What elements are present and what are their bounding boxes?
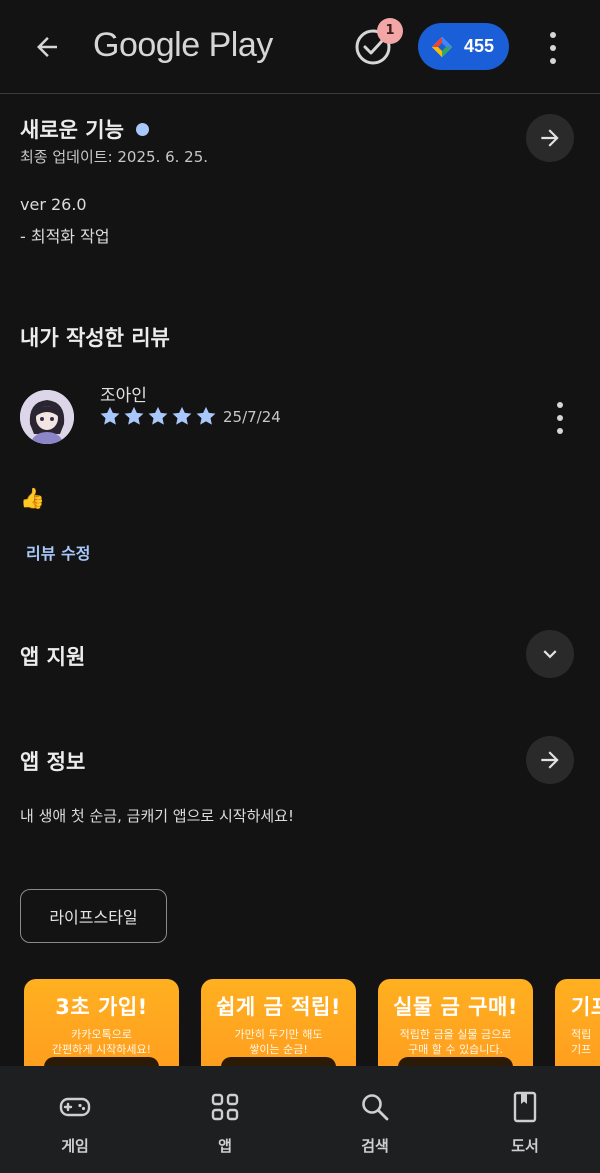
avatar (20, 390, 74, 444)
more-vert-dot (550, 44, 556, 51)
apps-grid-icon (211, 1093, 239, 1121)
screenshot-title: 실물 금 구매! (393, 995, 518, 1019)
top-app-bar: Google Play 1 455 (0, 0, 600, 94)
nav-search-label: 검색 (361, 1137, 389, 1155)
arrow-forward-icon (541, 129, 559, 147)
screenshot-line: 적립 (571, 1028, 592, 1041)
arrow-forward-icon (541, 751, 559, 769)
more-vert-icon (550, 31, 556, 38)
screenshot-title: 3초 가입! (55, 995, 148, 1019)
google-play-logo[interactable]: Google Play (93, 26, 273, 65)
my-review-title: 내가 작성한 리뷰 (20, 326, 170, 350)
notification-badge: 1 (377, 18, 403, 44)
rating-stars (99, 405, 217, 427)
review-more-button[interactable] (545, 399, 575, 437)
category-chip[interactable]: 라이프스타일 (20, 889, 167, 943)
points-value: 455 (464, 36, 495, 56)
app-info-arrow-button[interactable] (526, 736, 574, 784)
screenshot-carousel[interactable]: 3초 가입! 카카오톡으로 간편하게 시작하세요! 쉽게 금 적립! 가만히 두… (24, 979, 600, 1069)
screenshot-card[interactable]: 기프 적립 기프 (555, 979, 600, 1069)
last-updated: 최종 업데이트: 2025. 6. 25. (20, 148, 209, 166)
bottom-navigation: 게임 앱 검색 도서 (0, 1066, 600, 1173)
app-info-title: 앱 정보 (20, 750, 86, 774)
reviewer-name: 조아인 (100, 386, 147, 406)
nav-apps[interactable]: 앱 (175, 1066, 275, 1173)
whats-new-label: 새로운 기능 (20, 118, 124, 142)
edit-review-link[interactable]: 리뷰 수정 (26, 540, 90, 564)
more-vert-icon (557, 402, 563, 409)
screenshot-line: 카카오톡으로 (71, 1028, 132, 1041)
screenshot-line: 가만히 두기만 해도 (234, 1028, 323, 1041)
screenshot-card[interactable]: 쉽게 금 적립! 가만히 두기만 해도 쌓이는 순금! (201, 979, 356, 1069)
screenshot-title: 쉽게 금 적립! (216, 995, 341, 1019)
new-indicator-dot (135, 122, 149, 136)
review-content: 👍 (20, 486, 45, 510)
app-support-title: 앱 지원 (20, 645, 86, 669)
bookmark-book-icon (513, 1091, 537, 1123)
gamepad-icon (59, 1097, 91, 1117)
app-description: 내 생애 첫 순금, 금캐기 앱으로 시작하세요! (20, 807, 294, 825)
chevron-down-icon (543, 650, 557, 659)
star-icon (124, 406, 144, 425)
nav-search[interactable]: 검색 (325, 1066, 425, 1173)
more-options-button[interactable] (538, 28, 568, 68)
star-icon (196, 406, 216, 425)
screenshot-card[interactable]: 실물 금 구매! 적립한 금을 실물 금으로 구매 할 수 있습니다. (378, 979, 533, 1069)
more-vert-dot (550, 58, 556, 65)
screenshot-title: 기프 (571, 995, 600, 1019)
star-icon (148, 406, 168, 425)
nav-games[interactable]: 게임 (25, 1066, 125, 1173)
screenshot-line: 기프 (571, 1043, 592, 1056)
whats-new-title: 새로운 기능 (20, 114, 149, 144)
screenshot-line: 간편하게 시작하세요! (52, 1043, 151, 1056)
release-notes: - 최적화 작업 (20, 227, 110, 246)
nav-games-icon-wrap (58, 1090, 92, 1124)
version-text: ver 26.0 (20, 195, 87, 214)
back-button[interactable] (26, 26, 68, 68)
nav-apps-label: 앱 (218, 1137, 232, 1155)
screenshot-line: 구매 할 수 있습니다. (408, 1043, 503, 1056)
nav-games-label: 게임 (61, 1137, 89, 1155)
more-vert-dot (557, 427, 563, 434)
nav-books[interactable]: 도서 (475, 1066, 575, 1173)
more-vert-dot (557, 414, 563, 421)
star-icon (172, 406, 192, 425)
play-points-icon (432, 36, 452, 57)
search-icon (362, 1094, 389, 1121)
app-support-expand-button[interactable] (526, 630, 574, 678)
nav-books-label: 도서 (511, 1137, 539, 1155)
nav-books-icon-wrap (508, 1090, 542, 1124)
nav-search-icon-wrap (358, 1090, 392, 1124)
avatar-image (20, 390, 74, 444)
screenshot-line: 적립한 금을 실물 금으로 (399, 1028, 512, 1041)
review-date: 25/7/24 (223, 408, 281, 426)
nav-apps-icon-wrap (208, 1090, 242, 1124)
star-icon (100, 406, 120, 425)
screenshot-line: 쌓이는 순금! (249, 1043, 308, 1056)
whats-new-arrow-button[interactable] (526, 114, 574, 162)
play-points-button[interactable]: 455 (418, 23, 509, 70)
arrow-back-icon (37, 37, 57, 57)
screenshot-card[interactable]: 3초 가입! 카카오톡으로 간편하게 시작하세요! (24, 979, 179, 1069)
